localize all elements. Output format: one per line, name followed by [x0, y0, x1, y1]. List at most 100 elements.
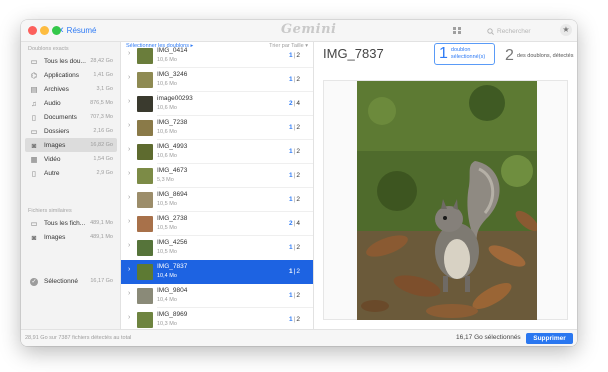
sidebar-item-audio[interactable]: ♫ Audio 876,5 Mo	[25, 96, 117, 110]
favorite-star-button[interactable]: ★	[560, 24, 572, 36]
chevron-right-icon[interactable]: ›	[128, 242, 130, 249]
sidebar-item-all-duplicates[interactable]: ▭ Tous les dou... 28,42 Go	[25, 54, 117, 68]
sidebar-item-size: 489,1 Mo	[90, 234, 113, 240]
list-item[interactable]: › IMG_3246 10,6 Mo 1|2	[121, 68, 313, 92]
search-input[interactable]: Rechercher	[487, 25, 557, 37]
duplicate-count: 1|2	[289, 268, 300, 275]
search-icon	[487, 27, 494, 35]
file-name: IMG_9804	[157, 287, 188, 294]
file-size: 10,6 Mo	[157, 153, 177, 159]
chevron-right-icon[interactable]: ›	[128, 314, 130, 321]
duplicate-count: 2|4	[289, 220, 300, 227]
list-item[interactable]: › IMG_2738 10,5 Mo 2|4	[121, 212, 313, 236]
sidebar-item-selected[interactable]: ✓ Sélectionné 16,17 Go	[25, 274, 117, 288]
sidebar-item-other[interactable]: ▯ Autre 2,9 Go	[25, 166, 117, 180]
sidebar-item-size: 2,9 Go	[96, 170, 113, 176]
chevron-right-icon[interactable]: ›	[128, 290, 130, 297]
list-item[interactable]: › IMG_8694 10,5 Mo 1|2	[121, 188, 313, 212]
sidebar-item-video[interactable]: ▦ Vidéo 1,54 Go	[25, 152, 117, 166]
thumbnail	[137, 264, 153, 280]
back-button[interactable]: ‹ Résumé	[60, 24, 96, 36]
list-item[interactable]: › IMG_7238 10,6 Mo 1|2	[121, 116, 313, 140]
total-duplicates: 2	[296, 124, 300, 131]
list-item[interactable]: › IMG_4256 10,5 Mo 1|2	[121, 236, 313, 260]
sidebar-item-label: Images	[44, 141, 66, 149]
sidebar-item-images[interactable]: ◙ Images 16,82 Go	[25, 138, 117, 152]
thumbnail	[137, 288, 153, 304]
delete-button[interactable]: Supprimer	[526, 333, 573, 344]
chevron-right-icon[interactable]: ›	[128, 194, 130, 201]
close-window-button[interactable]	[28, 26, 37, 35]
minimize-window-button[interactable]	[40, 26, 49, 35]
list-item[interactable]: › IMG_0414 10,6 Mo 1|2	[121, 44, 313, 68]
total-duplicates: 4	[296, 100, 300, 107]
sidebar-item-similar-images[interactable]: ◙ Images 489,1 Mo	[25, 230, 117, 244]
chevron-right-icon[interactable]: ›	[128, 50, 130, 57]
detected-count: 2	[505, 47, 514, 64]
thumbnail	[137, 96, 153, 112]
sidebar-item-label: Sélectionné	[44, 277, 78, 285]
sidebar-item-label: Archives	[44, 85, 69, 93]
sidebar-item-folders[interactable]: ▭ Dossiers 2,16 Go	[25, 124, 117, 138]
total-duplicates: 2	[296, 244, 300, 251]
duplicate-count: 1|2	[289, 316, 300, 323]
grid-view-button[interactable]	[451, 25, 463, 36]
back-label: Résumé	[66, 25, 97, 35]
sidebar-item-all-similar[interactable]: ▭ Tous les fich... 489,1 Mo	[25, 216, 117, 230]
sidebar-item-label: Autre	[44, 169, 60, 177]
chevron-right-icon[interactable]: ›	[128, 266, 130, 273]
sidebar-item-archives[interactable]: ▤ Archives 3,1 Go	[25, 82, 117, 96]
folder-icon: ▭	[30, 126, 38, 136]
selected-duplicates: 1	[289, 76, 293, 83]
thumbnail	[137, 312, 153, 328]
chevron-right-icon[interactable]: ›	[128, 218, 130, 225]
chevron-right-icon[interactable]: ›	[128, 98, 130, 105]
list-item[interactable]: › IMG_4673 5,3 Mo 1|2	[121, 164, 313, 188]
duplicate-count: 1|2	[289, 148, 300, 155]
video-icon: ▦	[30, 154, 38, 164]
chevron-right-icon[interactable]: ›	[128, 122, 130, 129]
list-item[interactable]: › IMG_9804 10,4 Mo 1|2	[121, 284, 313, 308]
chevron-right-icon[interactable]: ›	[128, 170, 130, 177]
sidebar-item-applications[interactable]: ⌬ Applications 1,41 Go	[25, 68, 117, 82]
file-name: IMG_7238	[157, 119, 188, 126]
sidebar-item-size: 16,82 Go	[90, 142, 113, 148]
chevron-right-icon[interactable]: ›	[128, 74, 130, 81]
list-item[interactable]: › IMG_4993 10,6 Mo 1|2	[121, 140, 313, 164]
selected-count: 1	[439, 45, 448, 62]
preview-pane: IMG_7837 1 doublon sélectionné(s) 2 des …	[314, 42, 577, 329]
total-duplicates: 2	[296, 172, 300, 179]
sidebar-item-label: Audio	[44, 99, 61, 107]
file-size: 10,5 Mo	[157, 201, 177, 207]
file-icon: ▯	[31, 168, 37, 178]
duplicates-list: Sélectionner les doublons ▸ Trier par Ta…	[121, 42, 314, 329]
list-item[interactable]: › image00293 10,6 Mo 2|4	[121, 92, 313, 116]
list-item[interactable]: › IMG_7837 10,4 Mo 1|2	[121, 260, 313, 284]
thumbnail	[137, 192, 153, 208]
selected-duplicates: 1	[289, 244, 293, 251]
similar-files-title: Fichiers similaires	[28, 208, 72, 214]
selected-label: doublon sélectionné(s)	[450, 47, 486, 60]
squirrel-photo	[357, 81, 537, 320]
preview-title: IMG_7837	[323, 46, 384, 61]
file-size: 10,4 Mo	[157, 273, 177, 279]
chevron-right-icon[interactable]: ›	[128, 146, 130, 153]
folder-icon: ▭	[30, 56, 38, 66]
exact-duplicates-title: Doublons exacts	[28, 46, 69, 52]
sidebar-item-size: 876,5 Mo	[90, 100, 113, 106]
sidebar: Doublons exacts ▭ Tous les dou... 28,42 …	[21, 42, 121, 329]
sidebar-item-documents[interactable]: ▯ Documents 707,3 Mo	[25, 110, 117, 124]
list-item[interactable]: › IMG_8969 10,3 Mo 1|2	[121, 308, 313, 329]
document-icon: ▯	[31, 112, 37, 122]
file-size: 10,6 Mo	[157, 57, 177, 63]
sidebar-item-label: Images	[44, 233, 66, 241]
thumbnail	[137, 48, 153, 64]
file-name: IMG_4256	[157, 239, 188, 246]
duplicate-count: 1|2	[289, 124, 300, 131]
applications-icon: ⌬	[30, 70, 38, 80]
sidebar-item-size: 1,54 Go	[93, 156, 113, 162]
selected-duplicates: 1	[289, 316, 293, 323]
chevron-left-icon: ‹	[60, 24, 64, 36]
selected-duplicates-badge[interactable]: 1 doublon sélectionné(s)	[434, 43, 495, 65]
total-duplicates: 2	[296, 148, 300, 155]
